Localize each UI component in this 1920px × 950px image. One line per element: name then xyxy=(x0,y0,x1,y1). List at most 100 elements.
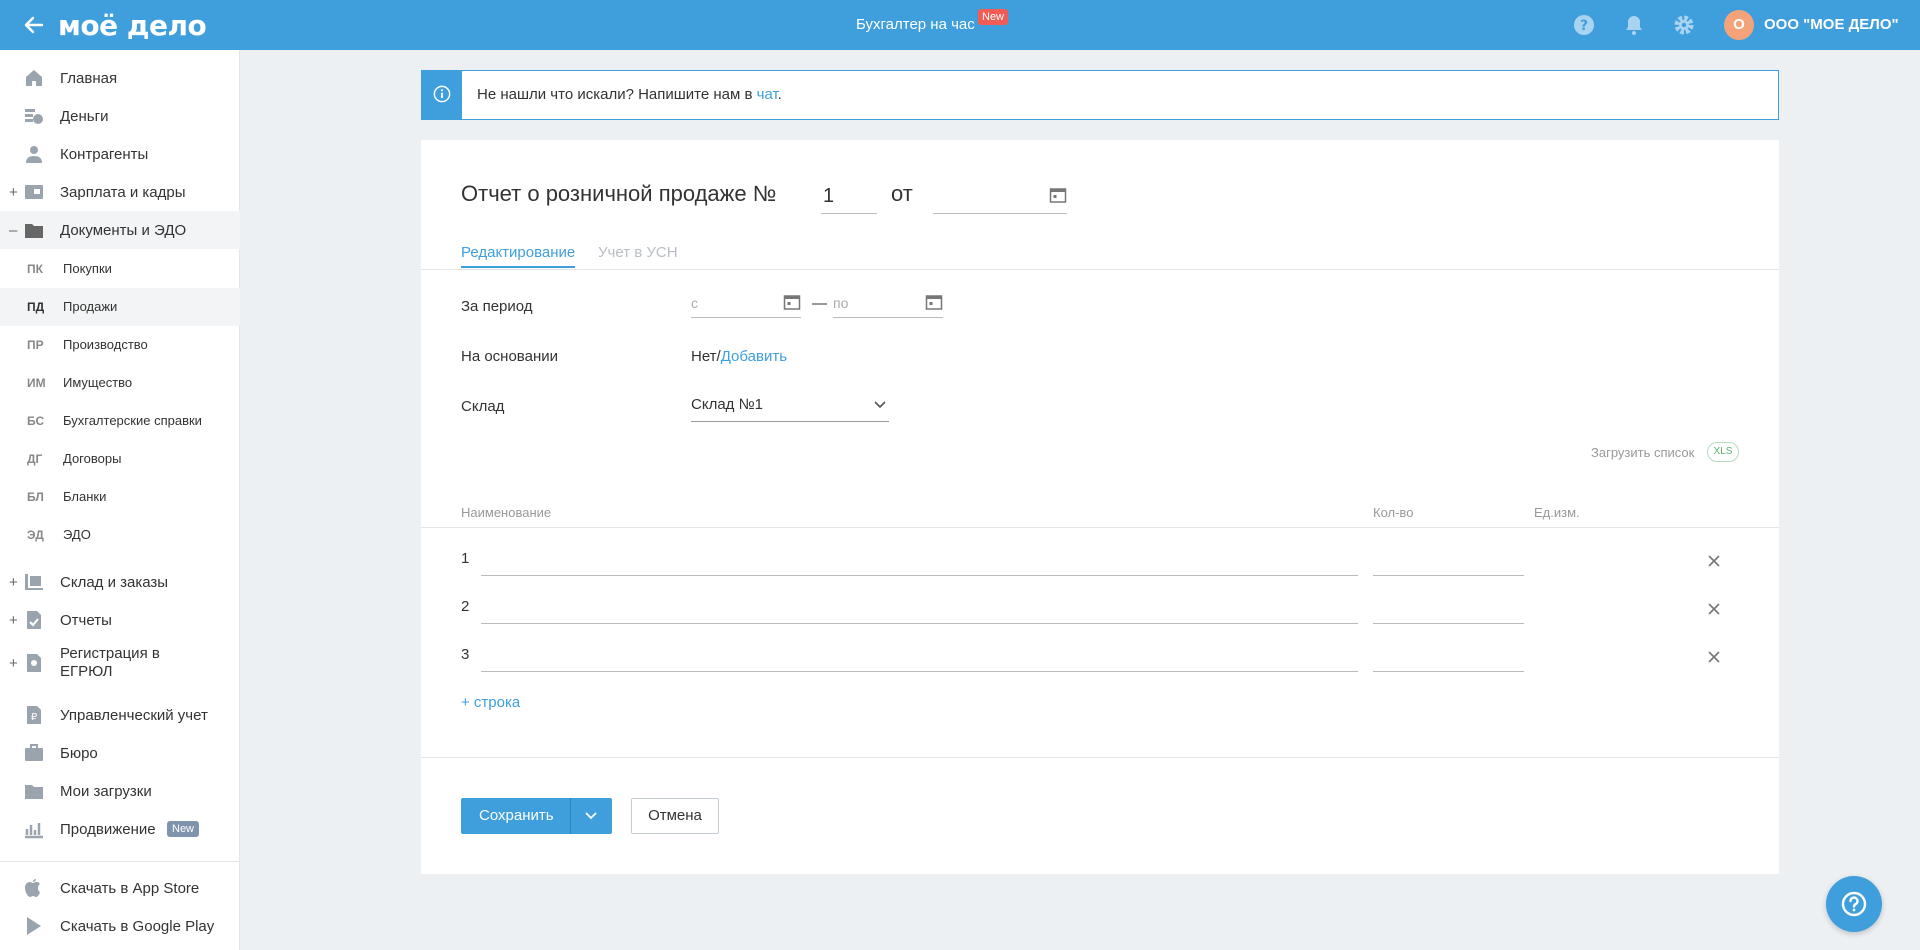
top-header: моё дело Бухгалтер на час New ? О ООО "М… xyxy=(0,0,1920,50)
item-name-input[interactable] xyxy=(481,646,1358,672)
document-number-input[interactable] xyxy=(821,180,877,214)
sidebar-item-promotion[interactable]: Продвижение New xyxy=(0,810,240,848)
salary-icon xyxy=(25,185,43,199)
expand-icon[interactable]: + xyxy=(9,184,18,201)
sidebar-item-home[interactable]: Главная xyxy=(0,59,240,97)
document-date-input[interactable] xyxy=(933,180,1067,214)
sidebar-item-label: Отчеты xyxy=(60,611,112,629)
sidebar-item-label: Скачать в App Store xyxy=(60,879,200,897)
sidebar-item-salary[interactable]: + Зарплата и кадры xyxy=(0,173,240,211)
date-from-label: от xyxy=(891,181,913,206)
org-avatar[interactable]: О xyxy=(1724,10,1754,40)
sub-abbr: ЭД xyxy=(27,528,44,542)
tabs: Редактирование Учет в УСН xyxy=(421,240,1779,270)
tab-edit[interactable]: Редактирование xyxy=(461,244,576,268)
org-name[interactable]: ООО "МОЕ ДЕЛО" xyxy=(1764,16,1899,33)
sidebar-item-reports[interactable]: + Отчеты xyxy=(0,601,240,639)
new-badge: New xyxy=(978,9,1009,25)
tab-usn[interactable]: Учет в УСН xyxy=(598,244,678,261)
sidebar-item-label: Продвижение xyxy=(60,820,156,838)
sidebar-item-warehouse[interactable]: + Склад и заказы xyxy=(0,563,240,601)
bell-icon[interactable] xyxy=(1622,13,1646,37)
period-to-input[interactable]: по xyxy=(833,290,943,318)
row-number: 1 xyxy=(461,550,470,567)
cancel-button[interactable]: Отмена xyxy=(631,798,719,834)
sidebar-item-label: Управленческий учет xyxy=(60,706,208,724)
help-chat-button[interactable] xyxy=(1826,876,1882,932)
warehouse-icon xyxy=(25,574,43,590)
close-icon[interactable] xyxy=(1706,649,1722,665)
item-name-input[interactable] xyxy=(481,598,1358,624)
sidebar-sub-sales[interactable]: ПД Продажи xyxy=(0,288,240,326)
sub-abbr: БС xyxy=(27,414,45,428)
calendar-icon[interactable] xyxy=(925,293,943,311)
sidebar-item-documents[interactable]: – Документы и ЭДО xyxy=(0,211,240,249)
sidebar-item-label: Бюро xyxy=(60,744,98,762)
save-button[interactable]: Сохранить xyxy=(461,798,612,834)
briefcase-icon xyxy=(25,744,43,761)
reports-icon xyxy=(27,611,41,629)
basis-none: Нет/ xyxy=(691,348,721,365)
sidebar-item-label: Документы и ЭДО xyxy=(60,221,187,239)
sub-label: Бланки xyxy=(63,489,107,504)
sidebar-sub-purchases[interactable]: ПК Покупки xyxy=(0,250,240,288)
app-logo[interactable]: моё дело xyxy=(58,9,207,42)
period-to-placeholder: по xyxy=(833,295,849,311)
calendar-icon[interactable] xyxy=(1049,186,1067,204)
sub-label: Производство xyxy=(63,337,148,352)
sidebar-item-management[interactable]: ₽ Управленческий учет xyxy=(0,696,240,734)
sidebar-sub-production[interactable]: ПР Производство xyxy=(0,326,240,364)
close-icon[interactable] xyxy=(1706,601,1722,617)
sidebar-sub-contracts[interactable]: ДГ Договоры xyxy=(0,440,240,478)
upload-list-link[interactable]: Загрузить список xyxy=(1591,445,1694,460)
chevron-down-icon[interactable] xyxy=(584,809,598,823)
item-name-input[interactable] xyxy=(481,550,1358,576)
row-number: 2 xyxy=(461,598,470,615)
period-dash: — xyxy=(812,295,827,312)
item-qty-input[interactable] xyxy=(1373,646,1524,672)
app-store-link[interactable]: Скачать в App Store xyxy=(0,869,240,907)
collapse-icon[interactable]: – xyxy=(9,222,17,239)
sub-label: Бухгалтерские справки xyxy=(63,413,202,428)
sidebar-sub-edo[interactable]: ЭД ЭДО xyxy=(0,516,240,554)
back-arrow-icon[interactable] xyxy=(22,13,46,37)
gear-icon[interactable] xyxy=(1672,13,1696,37)
chat-link[interactable]: чат xyxy=(757,86,778,103)
sidebar-item-money[interactable]: Деньги xyxy=(0,97,240,135)
warehouse-value: Склад №1 xyxy=(691,396,764,413)
sidebar-sub-property[interactable]: ИМ Имущество xyxy=(0,364,240,402)
sidebar-item-downloads[interactable]: Мои загрузки xyxy=(0,772,240,810)
footer-divider xyxy=(421,757,1779,758)
period-from-input[interactable]: с xyxy=(691,290,801,318)
expand-icon[interactable]: + xyxy=(9,612,18,629)
col-name: Наименование xyxy=(461,505,552,520)
sidebar-sub-accounting-notes[interactable]: БС Бухгалтерские справки xyxy=(0,402,240,440)
warehouse-label: Склад xyxy=(461,398,505,415)
calendar-icon[interactable] xyxy=(783,293,801,311)
sub-abbr: ПД xyxy=(27,300,45,314)
sidebar-item-bureau[interactable]: Бюро xyxy=(0,734,240,772)
add-basis-link[interactable]: Добавить xyxy=(721,348,787,365)
sidebar-divider xyxy=(0,861,240,862)
folder-icon xyxy=(25,785,43,799)
google-play-link[interactable]: Скачать в Google Play xyxy=(0,907,240,945)
item-qty-input[interactable] xyxy=(1373,598,1524,624)
expand-icon[interactable]: + xyxy=(9,574,18,591)
expand-icon[interactable]: + xyxy=(9,655,18,672)
chart-icon xyxy=(25,823,43,839)
add-row-link[interactable]: + строка xyxy=(461,694,520,711)
accountant-for-hour-link[interactable]: Бухгалтер на час xyxy=(856,16,975,33)
sub-label: Договоры xyxy=(63,451,122,466)
sidebar-sub-forms[interactable]: БЛ Бланки xyxy=(0,478,240,516)
sidebar-item-label: Склад и заказы xyxy=(60,573,169,591)
sidebar-item-registration[interactable]: + Регистрация в ЕГРЮЛ xyxy=(0,639,240,687)
xls-badge[interactable]: XLS xyxy=(1707,442,1739,462)
sidebar-item-label: Зарплата и кадры xyxy=(60,183,186,201)
sub-label: Покупки xyxy=(63,261,112,276)
warehouse-select[interactable]: Склад №1 xyxy=(691,390,889,422)
sidebar-item-contractors[interactable]: Контрагенты xyxy=(0,135,240,173)
close-icon[interactable] xyxy=(1706,553,1722,569)
apple-icon xyxy=(25,879,40,897)
help-circle-icon[interactable]: ? xyxy=(1572,13,1596,37)
item-qty-input[interactable] xyxy=(1373,550,1524,576)
